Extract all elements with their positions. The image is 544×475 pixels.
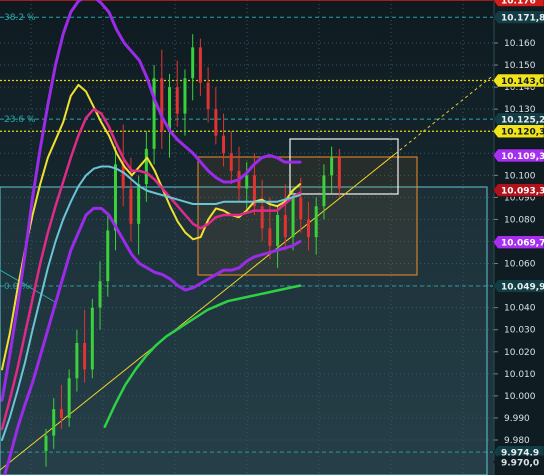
price-badge-label: 10.093,3 [501, 186, 544, 196]
tick-label: 10.040 [504, 304, 536, 314]
candle-body[interactable] [113, 164, 117, 231]
candle-body[interactable] [322, 175, 326, 207]
candle-body[interactable] [291, 197, 295, 238]
price-badge-label: 9.970,0 [501, 458, 539, 468]
tick-label: 10.100 [504, 171, 536, 181]
candle-body[interactable] [160, 78, 164, 132]
candle-body[interactable] [168, 87, 172, 132]
candle-body[interactable] [90, 307, 94, 370]
candle-body[interactable] [83, 342, 87, 370]
tick-label: 10.160 [504, 39, 536, 49]
annotation-boxes [0, 138, 488, 475]
candle-body[interactable] [175, 87, 179, 114]
candle-body[interactable] [59, 409, 63, 418]
candle-body[interactable] [75, 342, 79, 379]
candle-body[interactable] [52, 409, 56, 436]
candle-body[interactable] [191, 47, 195, 79]
candle-body[interactable] [229, 153, 233, 171]
candle-body[interactable] [299, 197, 303, 220]
price-badge-label: 10.120,3 [501, 128, 544, 138]
tick-label: 10.080 [504, 215, 536, 225]
candle-body[interactable] [152, 78, 156, 149]
price-chart[interactable]: 38.2 %23.6 %0.0 % 10.16010.15010.14010.1… [0, 0, 544, 475]
tick-label: 10.020 [504, 348, 536, 358]
candle-body[interactable] [314, 206, 318, 238]
candle-body[interactable] [222, 135, 226, 154]
tick-label: 10.010 [504, 370, 536, 380]
tick-label: 9.980 [504, 436, 530, 446]
price-badge-label: 10.049,9 [501, 282, 544, 292]
candle-body[interactable] [283, 215, 287, 238]
candle-body[interactable] [98, 281, 102, 308]
candle-body[interactable] [67, 378, 71, 418]
candle-body[interactable] [245, 175, 249, 189]
tick-label: 9.990 [504, 414, 530, 424]
candle-body[interactable] [330, 157, 334, 176]
price-badge-label: 10.109,3 [501, 152, 544, 162]
fib-level-label: 23.6 % [4, 115, 36, 125]
candle-body[interactable] [214, 109, 218, 136]
candle-body[interactable] [106, 230, 110, 282]
candle-body[interactable] [306, 219, 310, 238]
price-badge-label: 10.171,8 [501, 13, 544, 23]
candle-body[interactable] [44, 435, 48, 452]
candle-body[interactable] [137, 184, 141, 224]
candle-body[interactable] [183, 78, 187, 114]
candle-body[interactable] [276, 215, 280, 246]
candle-body[interactable] [129, 188, 133, 224]
price-badge-label: 10.069,7 [501, 238, 544, 248]
price-badge-label: 10.143,0 [501, 77, 544, 87]
tick-label: 10.150 [504, 61, 536, 71]
fib-level-label: 38.2 % [4, 13, 36, 23]
price-badge-label: 10.125,2 [501, 115, 544, 125]
candle-body[interactable] [144, 148, 148, 185]
price-badge-label: 10.176 [501, 0, 536, 6]
candle-body[interactable] [198, 47, 202, 83]
candle-body[interactable] [268, 228, 272, 246]
candle-body[interactable] [206, 82, 210, 110]
tick-label: 10.000 [504, 392, 536, 402]
tick-label: 10.030 [504, 326, 536, 336]
tick-label: 10.060 [504, 260, 536, 270]
candle-body[interactable] [337, 157, 341, 189]
